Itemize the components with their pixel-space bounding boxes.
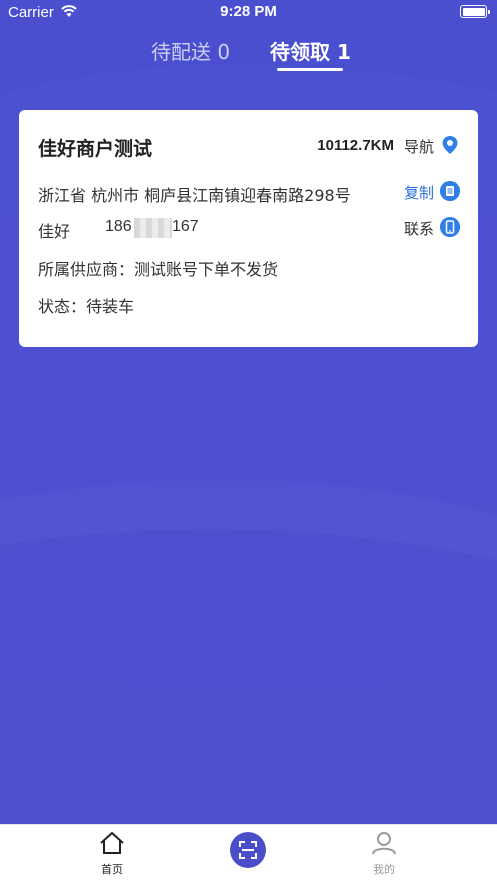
distance: 10112.7KM [317,137,394,154]
order-card[interactable]: 佳好商户测试 10112.7KM 导航 浙江省 杭州市 桐庐县江南镇迎春南路29… [19,110,478,347]
phone-mask [134,218,172,238]
scan-icon [239,841,257,859]
user-icon [372,832,396,855]
address: 浙江省 杭州市 桐庐县江南镇迎春南路298号 [38,186,351,205]
home-icon [100,832,124,854]
contact-button[interactable]: 联系 [404,218,434,239]
battery-icon [460,5,490,18]
tab-home-label: 首页 [101,863,123,876]
order-status: 状态：待装车 [38,297,135,316]
tab-pending-delivery[interactable]: 待配送 0 [151,36,230,65]
store-name: 佳好商户测试 [38,138,153,160]
status-bar: Carrier 9:28 PM [0,0,497,24]
phone-suffix: 167 [172,218,199,235]
active-tab-indicator [277,68,343,71]
navigate-button[interactable]: 导航 [404,136,434,157]
supplier-info: 所属供应商：测试账号下单不发货 [38,260,279,279]
phone-icon[interactable] [440,217,460,237]
tab-mine[interactable]: 我的 [354,831,414,877]
scan-button[interactable] [230,832,266,868]
tab-home[interactable]: 首页 [82,831,142,877]
tab-pending-pickup[interactable]: 待领取 1 [270,36,351,65]
contact-name: 佳好 [38,222,71,241]
copy-address-button[interactable]: 复制 [404,182,434,203]
document-icon[interactable] [440,181,460,201]
order-tabs: 待配送 0 待领取 1 [0,36,497,76]
tab-mine-label: 我的 [373,863,395,876]
phone-prefix: 186 [105,218,132,235]
location-pin-icon[interactable] [440,135,460,155]
status-time: 9:28 PM [220,3,277,20]
